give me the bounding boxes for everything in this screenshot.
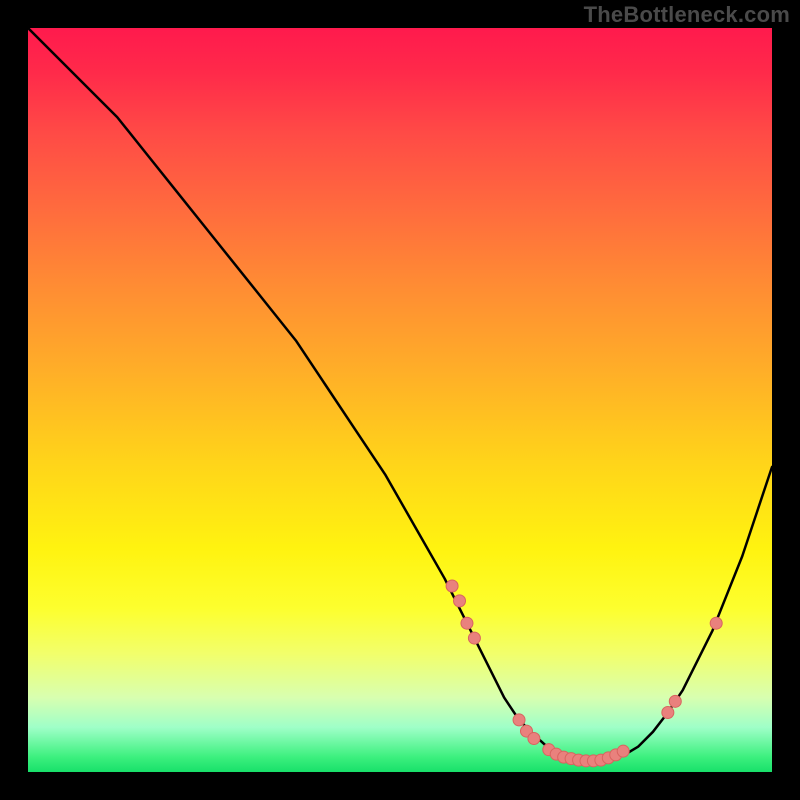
chart-marker xyxy=(468,632,480,644)
chart-marker xyxy=(528,733,540,745)
chart-marker xyxy=(662,706,674,718)
chart-markers xyxy=(446,580,722,767)
bottleneck-curve xyxy=(28,28,772,762)
chart-marker xyxy=(710,617,722,629)
watermark-text: TheBottleneck.com xyxy=(584,2,790,28)
chart-marker xyxy=(446,580,458,592)
chart-marker xyxy=(454,595,466,607)
chart-marker xyxy=(669,695,681,707)
chart-marker xyxy=(461,617,473,629)
chart-plot-area xyxy=(28,28,772,772)
chart-marker xyxy=(513,714,525,726)
chart-marker xyxy=(617,745,629,757)
chart-svg xyxy=(28,28,772,772)
